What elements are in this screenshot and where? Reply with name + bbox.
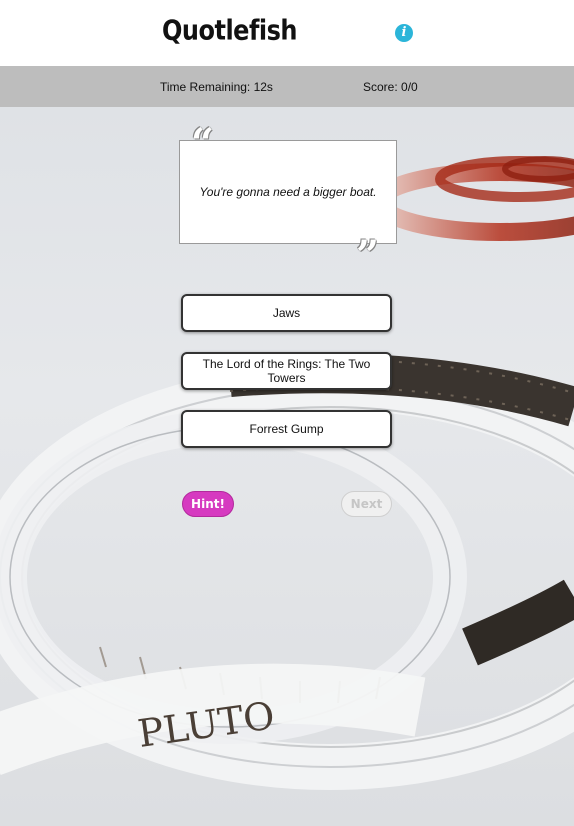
- score-display: Score: 0/0: [363, 80, 418, 94]
- info-icon[interactable]: i: [395, 24, 413, 42]
- answer-label: Jaws: [272, 306, 301, 320]
- quote-text: You're gonna need a bigger boat.: [199, 185, 377, 199]
- status-bar: Time Remaining: 12s Score: 0/0: [0, 66, 574, 107]
- app-logo: Quotlefish: [162, 14, 298, 47]
- answer-label: The Lord of the Rings: The Two Towers: [202, 357, 371, 385]
- hint-button[interactable]: Hint!: [182, 491, 234, 517]
- answer-label: Forrest Gump: [249, 422, 324, 436]
- close-quote-icon: ”: [356, 232, 380, 279]
- answer-option-1[interactable]: Jaws: [181, 294, 392, 332]
- answer-option-2[interactable]: The Lord of the Rings: The Two Towers: [181, 352, 392, 390]
- answer-option-3[interactable]: Forrest Gump: [181, 410, 392, 448]
- time-remaining: Time Remaining: 12s: [160, 80, 273, 94]
- app-header: Quotlefish i: [0, 0, 574, 66]
- next-button[interactable]: Next: [341, 491, 392, 517]
- open-quote-icon: “: [191, 120, 215, 167]
